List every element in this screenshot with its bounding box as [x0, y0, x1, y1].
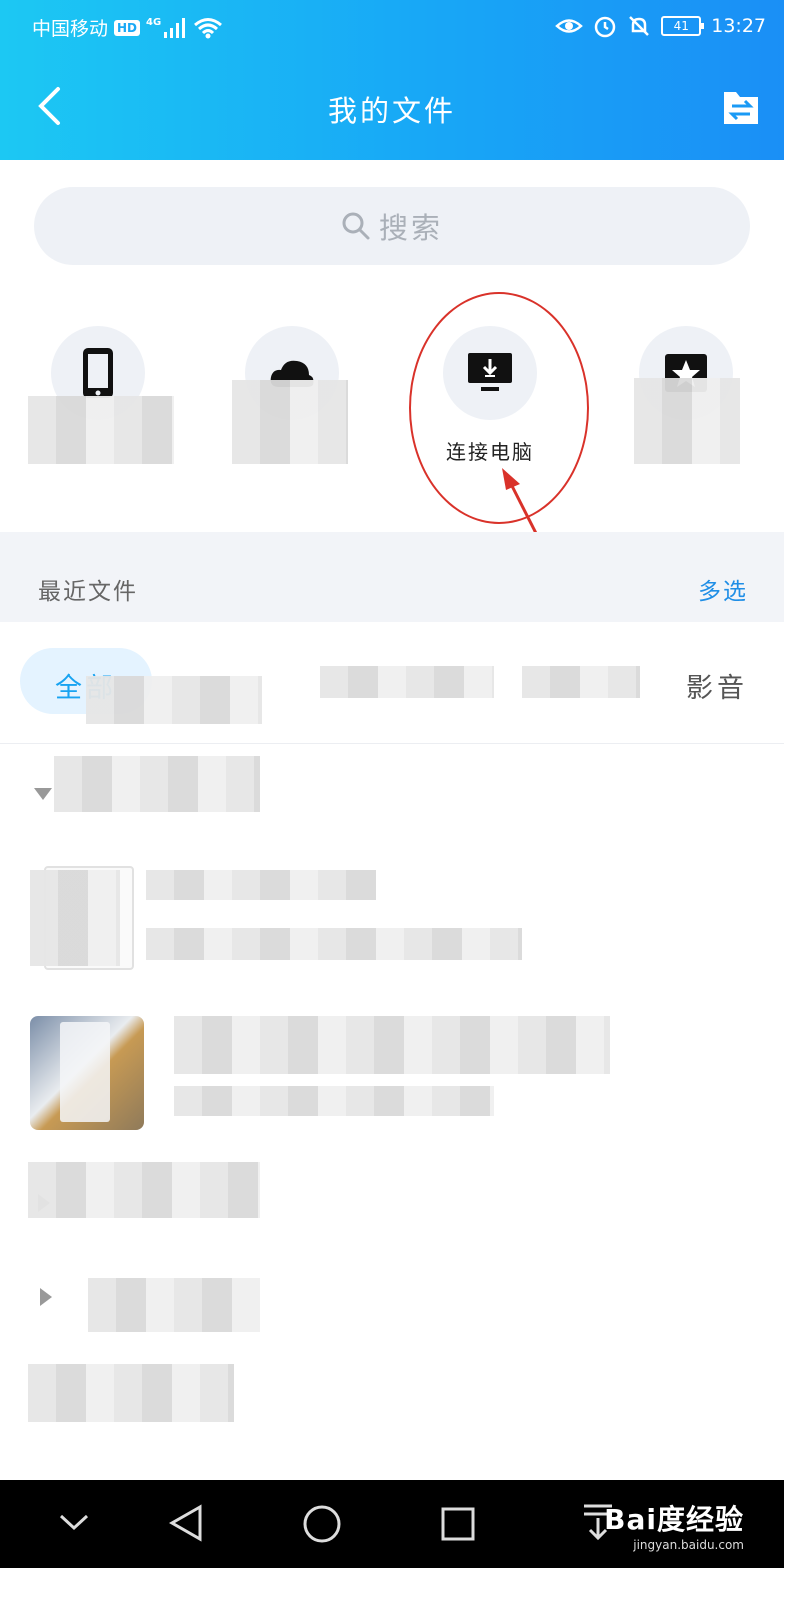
mute-bell-icon [629, 16, 650, 36]
wifi-icon [194, 17, 223, 38]
hide-nav-chevron-icon[interactable] [58, 1512, 90, 1532]
carrier-label: 中国移动 [32, 18, 109, 40]
battery-indicator: 41 [661, 16, 705, 36]
recent-files-header: 最近文件 多选 [0, 532, 784, 622]
back-triangle-icon[interactable] [168, 1504, 204, 1542]
search-icon [342, 212, 370, 240]
redacted-area [88, 1278, 260, 1332]
multi-select-button[interactable]: 多选 [698, 572, 748, 606]
search-placeholder: 搜索 [378, 211, 443, 245]
redacted-area [28, 396, 174, 464]
redacted-area [232, 380, 348, 464]
redacted-area [320, 666, 494, 698]
status-bar: 中国移动 HD 4G 41 13:27 [0, 0, 784, 54]
recents-square-icon[interactable] [440, 1506, 476, 1542]
group-collapse-arrow[interactable] [34, 788, 52, 800]
file-transfer-icon[interactable] [722, 88, 760, 126]
redacted-area [146, 928, 522, 960]
recent-files-title: 最近文件 [38, 579, 138, 605]
redacted-area [634, 378, 740, 464]
eye-icon [555, 19, 584, 33]
redacted-area [28, 1364, 234, 1422]
redacted-area [174, 1016, 610, 1074]
watermark-url: jingyan.baidu.com [633, 1538, 744, 1552]
home-circle-icon[interactable] [302, 1504, 342, 1544]
alarm-icon [594, 16, 616, 38]
hd-badge: HD [114, 19, 141, 36]
clock-time: 13:27 [711, 15, 766, 37]
redacted-area [174, 1086, 494, 1116]
group-expand-arrow[interactable] [40, 1288, 52, 1306]
image-thumbnail[interactable] [30, 1016, 144, 1130]
redacted-area [54, 756, 260, 812]
tab-media[interactable]: 影音 [686, 666, 748, 705]
watermark-brand: Bai度经验 [604, 1503, 744, 1536]
highlight-ellipse [409, 292, 589, 524]
redacted-area [146, 870, 376, 900]
page-title: 我的文件 [327, 94, 456, 128]
redacted-area [522, 666, 640, 698]
network-type: 4G [146, 17, 162, 28]
signal-icon [164, 17, 186, 38]
app-header: 中国移动 HD 4G 41 13:27 我的文件 [0, 0, 784, 160]
search-bar[interactable]: 搜索 [34, 187, 750, 265]
baidu-jingyan-watermark: Bai度经验 jingyan.baidu.com [604, 1498, 744, 1552]
redacted-area [28, 1162, 260, 1218]
redacted-area [86, 676, 262, 724]
phone-icon [83, 348, 113, 398]
redacted-area [30, 870, 120, 966]
